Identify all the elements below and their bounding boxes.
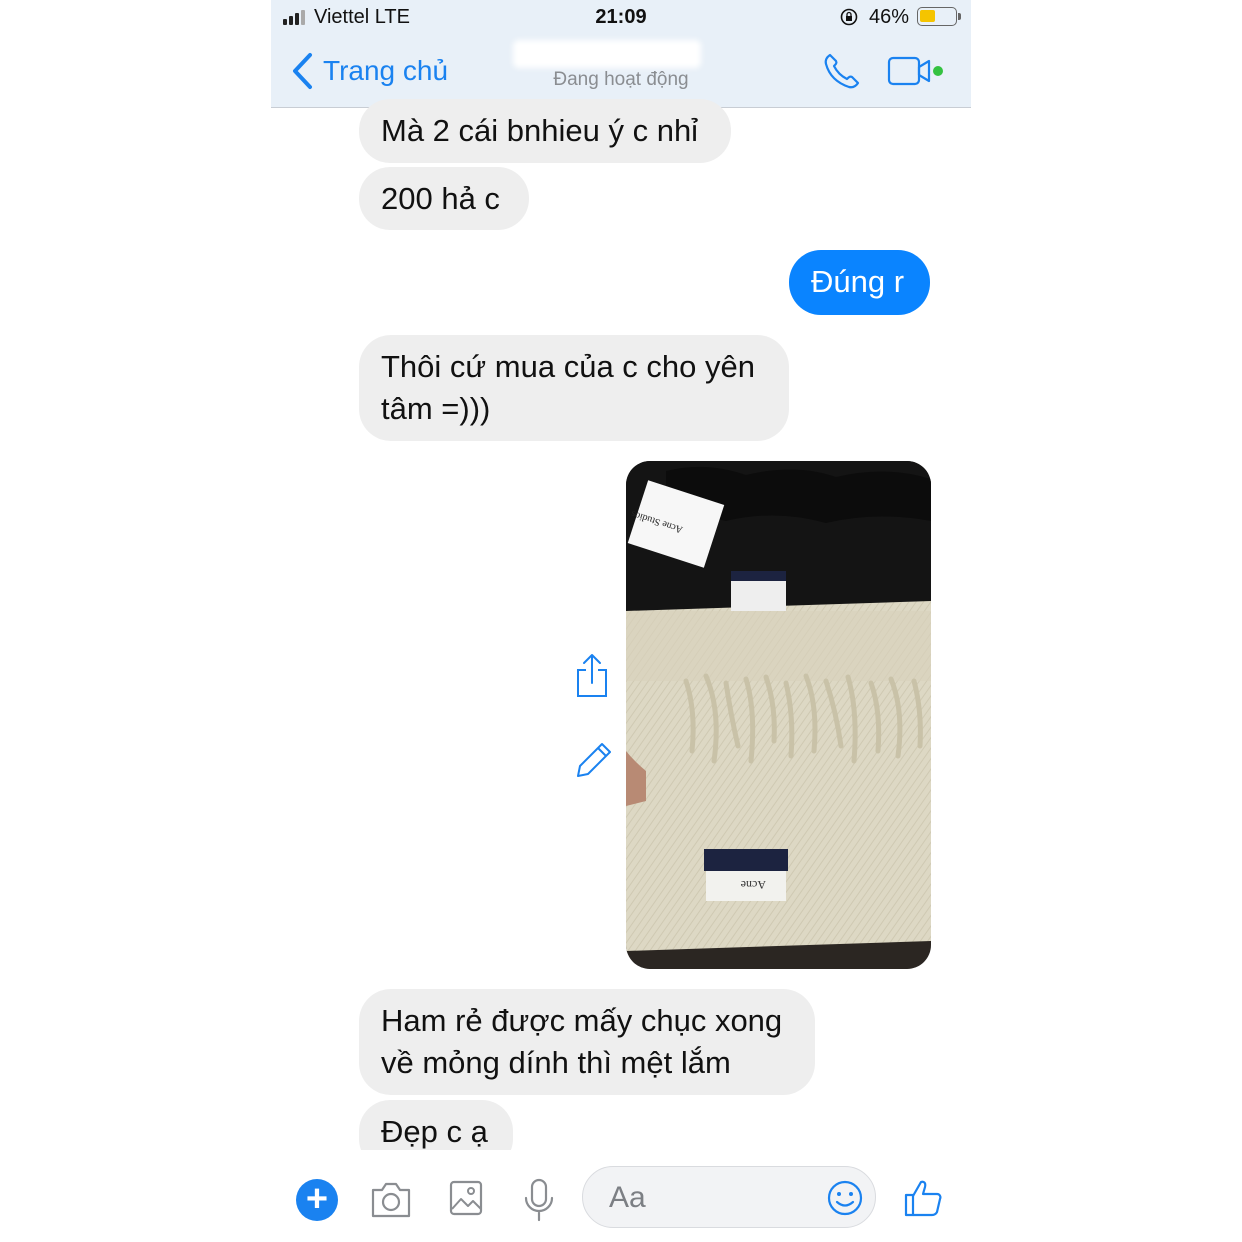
- message-text: 200 hả c: [381, 181, 500, 216]
- scarf-photo: Acne Studios Acne: [626, 461, 931, 969]
- status-time: 21:09: [595, 6, 647, 28]
- message-text: Mà 2 cái bnhieu ý c nhỉ: [381, 113, 699, 148]
- battery-percent: 46%: [869, 6, 910, 28]
- back-chevron-icon: [293, 53, 312, 89]
- messenger-screen: Viettel LTE 21:09 46% Trang chủ Đang hoạ…: [271, 0, 971, 1242]
- conversation-header: Trang chủ Đang hoạt động: [271, 34, 971, 108]
- photo-message[interactable]: Acne Studios Acne: [626, 461, 931, 969]
- back-label: Trang chủ: [323, 55, 449, 86]
- camera-icon[interactable]: [369, 1180, 413, 1220]
- message-input-field[interactable]: [582, 1166, 876, 1228]
- plus-icon[interactable]: +: [296, 1179, 338, 1221]
- svg-text:Acne: Acne: [741, 878, 766, 892]
- back-button[interactable]: Trang chủ: [291, 52, 448, 90]
- gallery-icon[interactable]: [448, 1179, 484, 1217]
- rotation-lock-icon: [840, 8, 858, 26]
- message-text: Đúng r: [811, 264, 905, 299]
- phone-icon[interactable]: [822, 51, 862, 91]
- edit-icon[interactable]: [572, 738, 612, 784]
- message-text: Đẹp c ạ: [381, 1114, 488, 1149]
- message-bubble-incoming[interactable]: Thôi cứ mua của c cho yên tâm =))): [359, 335, 789, 441]
- share-icon[interactable]: [572, 653, 612, 699]
- message-bubble-incoming[interactable]: Mà 2 cái bnhieu ý c nhỉ: [359, 99, 731, 163]
- contact-name-redacted: [513, 40, 701, 68]
- microphone-icon[interactable]: [522, 1178, 556, 1222]
- emoji-icon[interactable]: [826, 1179, 864, 1217]
- message-input[interactable]: [607, 1177, 811, 1219]
- status-bar: Viettel LTE 21:09 46%: [271, 0, 971, 34]
- message-text: Thôi cứ mua của c cho yên tâm =))): [381, 349, 755, 426]
- message-bubble-outgoing[interactable]: Đúng r: [789, 250, 930, 315]
- message-bubble-incoming[interactable]: Ham rẻ được mấy chục xong về mỏng dính t…: [359, 989, 815, 1095]
- thumbs-up-icon[interactable]: [903, 1178, 943, 1218]
- message-composer: +: [271, 1150, 971, 1242]
- message-text: Ham rẻ được mấy chục xong về mỏng dính t…: [381, 1003, 783, 1080]
- message-bubble-incoming[interactable]: 200 hả c: [359, 167, 529, 230]
- video-icon[interactable]: [887, 54, 949, 88]
- battery-icon: [917, 7, 961, 26]
- presence-status: Đang hoạt động: [553, 69, 689, 90]
